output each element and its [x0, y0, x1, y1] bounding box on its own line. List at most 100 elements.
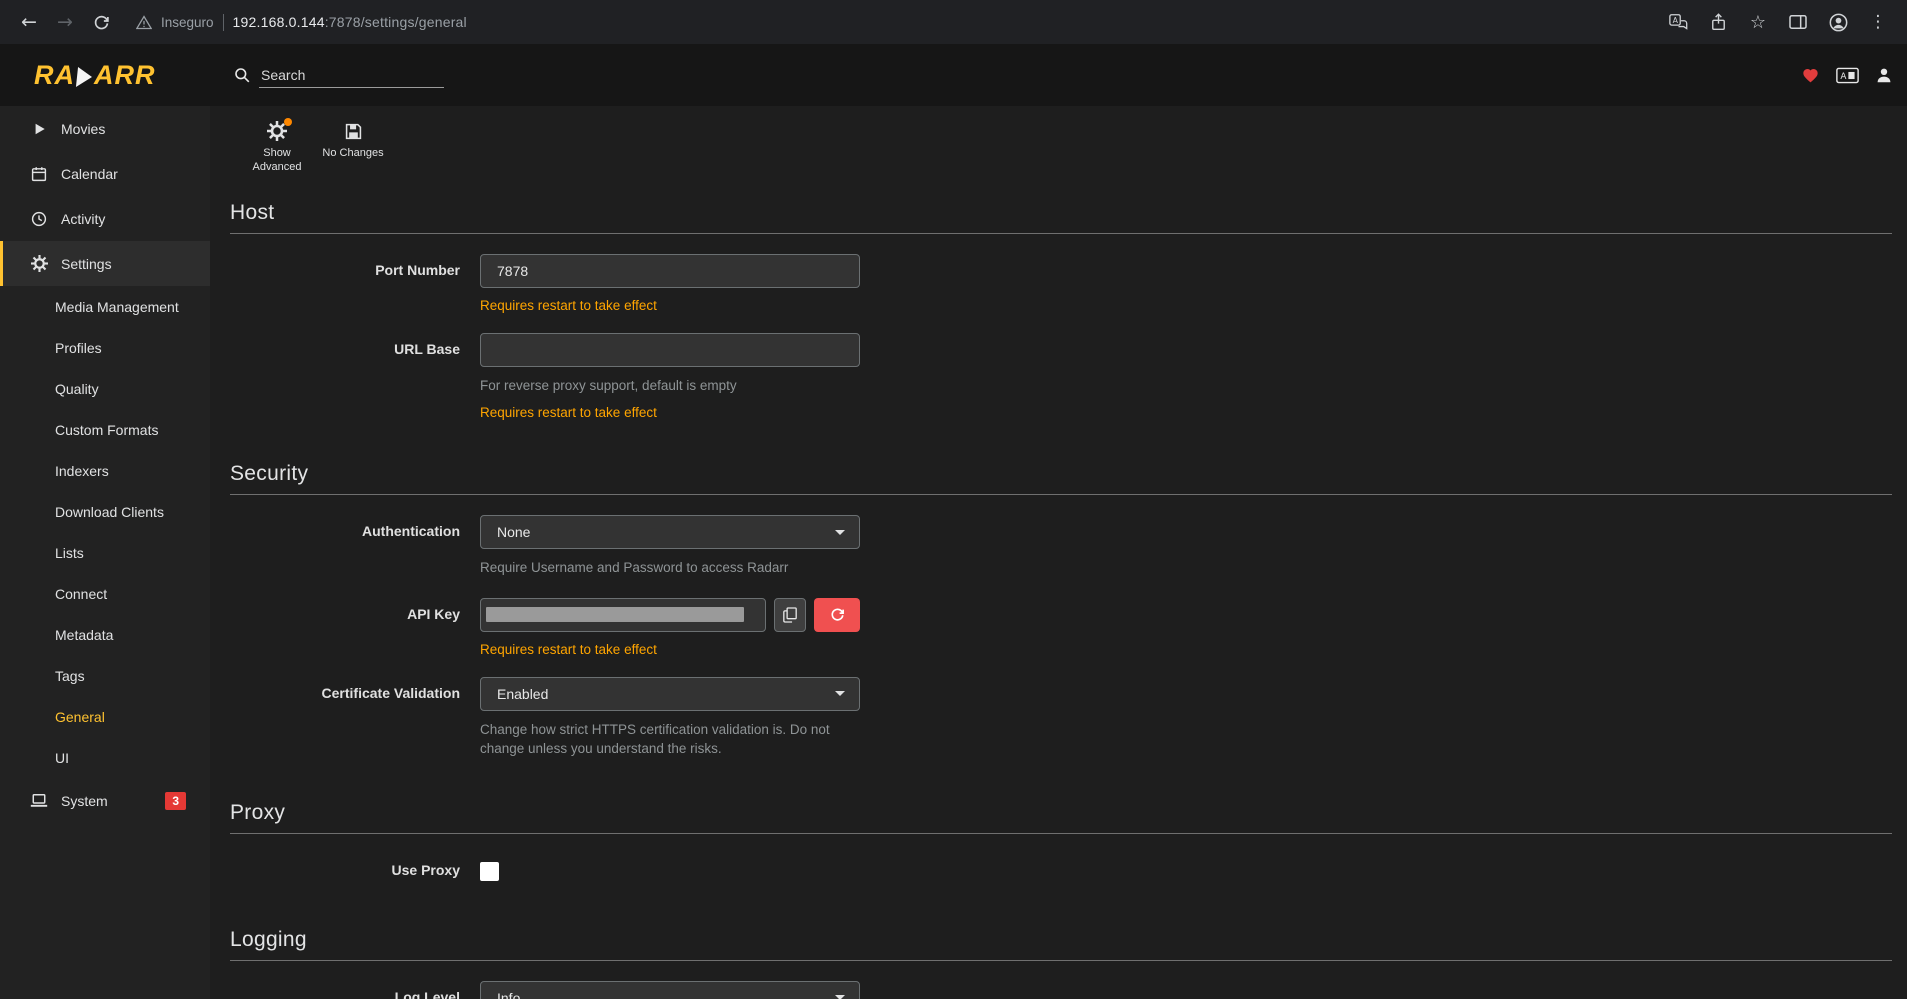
- field-label-certificate-validation: Certificate Validation: [230, 677, 480, 759]
- svg-text:A: A: [1672, 16, 1678, 25]
- section-title-proxy: Proxy: [230, 801, 1892, 834]
- certificate-validation-select[interactable]: Enabled: [480, 677, 860, 711]
- logo-text-right: ARR: [94, 62, 156, 89]
- certificate-validation-select-value: Enabled: [497, 686, 548, 702]
- side-panel-button[interactable]: [1781, 5, 1815, 39]
- search-icon: [234, 67, 250, 83]
- field-label-url-base: URL Base: [230, 333, 480, 421]
- share-button[interactable]: [1701, 5, 1735, 39]
- sidebar-item-activity[interactable]: Activity: [0, 196, 210, 241]
- save-changes-button[interactable]: No Changes: [322, 120, 384, 175]
- sidebar-item-general[interactable]: General: [0, 696, 210, 737]
- not-secure-warning-icon: [136, 15, 152, 30]
- clipboard-icon: [783, 607, 797, 623]
- save-floppy-icon: [344, 122, 363, 141]
- search-input[interactable]: [259, 63, 444, 88]
- url-path: :7878/settings/general: [325, 14, 467, 30]
- form-row-use-proxy: Use Proxy: [230, 854, 1892, 886]
- section-host: Host Port Number Requires restart to tak…: [230, 201, 1892, 421]
- copy-api-key-button[interactable]: [774, 598, 806, 632]
- section-title-security: Security: [230, 462, 1892, 495]
- sidebar-item-label: Calendar: [61, 166, 118, 182]
- settings-subnav: Media Management Profiles Quality Custom…: [0, 286, 210, 778]
- sidebar-item-calendar[interactable]: Calendar: [0, 151, 210, 196]
- sidebar-item-tags[interactable]: Tags: [0, 655, 210, 696]
- sidebar-item-label: Settings: [61, 256, 112, 272]
- sidebar-item-connect[interactable]: Connect: [0, 573, 210, 614]
- sidebar-item-label: Activity: [61, 211, 105, 227]
- url-text: 192.168.0.144:7878/settings/general: [233, 14, 467, 30]
- keyboard-shortcuts-button[interactable]: A: [1836, 67, 1859, 84]
- sidebar-item-movies[interactable]: Movies: [0, 106, 210, 151]
- address-separator: [223, 14, 224, 31]
- clock-icon: [30, 211, 48, 227]
- api-key-redacted-value: [486, 607, 744, 622]
- section-title-logging: Logging: [230, 928, 1892, 961]
- sidebar-item-media-management[interactable]: Media Management: [0, 286, 210, 327]
- sidebar-item-label: Movies: [61, 121, 105, 137]
- sidebar-item-indexers[interactable]: Indexers: [0, 450, 210, 491]
- show-advanced-label: Show Advanced: [246, 147, 308, 175]
- field-label-port-number: Port Number: [230, 254, 480, 313]
- sidebar-item-download-clients[interactable]: Download Clients: [0, 491, 210, 532]
- regenerate-api-key-button[interactable]: [814, 598, 860, 632]
- health-issues-badge: 3: [165, 792, 186, 810]
- sidebar-item-quality[interactable]: Quality: [0, 368, 210, 409]
- sidebar-item-profiles[interactable]: Profiles: [0, 327, 210, 368]
- sidebar-item-system[interactable]: System 3: [0, 778, 210, 823]
- log-level-select-value: Info: [497, 990, 520, 999]
- section-proxy: Proxy Use Proxy: [230, 801, 1892, 886]
- bookmark-star-button[interactable]: ☆: [1741, 5, 1775, 39]
- page-toolbar: Show Advanced No Changes: [210, 106, 1907, 179]
- chevron-down-icon: [835, 995, 845, 999]
- sidebar: Movies Calendar Activity: [0, 106, 210, 999]
- chevron-down-icon: [835, 691, 845, 696]
- sidebar-item-settings[interactable]: Settings: [0, 241, 210, 286]
- sidebar-item-ui[interactable]: UI: [0, 737, 210, 778]
- donate-heart-button[interactable]: [1802, 68, 1819, 83]
- advanced-indicator-dot: [284, 118, 292, 126]
- refresh-icon: [830, 607, 845, 622]
- user-icon: [1876, 67, 1892, 83]
- address-bar[interactable]: Inseguro 192.168.0.144:7878/settings/gen…: [136, 14, 467, 31]
- sidebar-item-label: System: [61, 793, 108, 809]
- field-label-use-proxy: Use Proxy: [230, 854, 480, 886]
- radarr-logo[interactable]: RA ARR: [0, 62, 210, 89]
- browser-menu-button[interactable]: ⋮: [1861, 5, 1895, 39]
- user-button[interactable]: [1876, 67, 1892, 83]
- browser-chrome: ← → Inseguro 192.168.0.144:7878/settings…: [0, 0, 1907, 44]
- authentication-select-value: None: [497, 524, 530, 540]
- svg-text:A: A: [1840, 72, 1846, 82]
- port-number-input[interactable]: [480, 254, 860, 288]
- field-label-api-key: API Key: [230, 598, 480, 657]
- show-advanced-button[interactable]: Show Advanced: [246, 120, 308, 175]
- share-icon: [1710, 13, 1727, 31]
- reload-button[interactable]: [84, 5, 118, 39]
- api-key-input[interactable]: [480, 598, 766, 632]
- translate-button[interactable]: A: [1661, 5, 1695, 39]
- profile-avatar-icon: [1829, 13, 1848, 32]
- url-host: 192.168.0.144: [233, 14, 325, 30]
- field-label-log-level: Log Level: [230, 981, 480, 999]
- form-row-url-base: URL Base For reverse proxy support, defa…: [230, 333, 1892, 421]
- logo-text-left: RA: [34, 62, 75, 89]
- restart-warning: Requires restart to take effect: [480, 405, 860, 420]
- form-row-api-key: API Key: [230, 598, 1892, 657]
- forward-button[interactable]: →: [48, 5, 82, 39]
- log-level-select[interactable]: Info: [480, 981, 860, 999]
- play-triangle-icon: [76, 67, 93, 87]
- translate-icon: A: [1669, 13, 1688, 32]
- app-header: RA ARR A: [0, 44, 1907, 106]
- use-proxy-checkbox[interactable]: [480, 862, 499, 881]
- authentication-select[interactable]: None: [480, 515, 860, 549]
- sidebar-item-lists[interactable]: Lists: [0, 532, 210, 573]
- url-base-input[interactable]: [480, 333, 860, 367]
- security-label: Inseguro: [161, 15, 214, 30]
- field-help: For reverse proxy support, default is em…: [480, 376, 860, 396]
- back-button[interactable]: ←: [12, 5, 46, 39]
- profile-button[interactable]: [1821, 5, 1855, 39]
- sidebar-item-custom-formats[interactable]: Custom Formats: [0, 409, 210, 450]
- field-label-authentication: Authentication: [230, 515, 480, 578]
- sidebar-item-metadata[interactable]: Metadata: [0, 614, 210, 655]
- form-row-port-number: Port Number Requires restart to take eff…: [230, 254, 1892, 313]
